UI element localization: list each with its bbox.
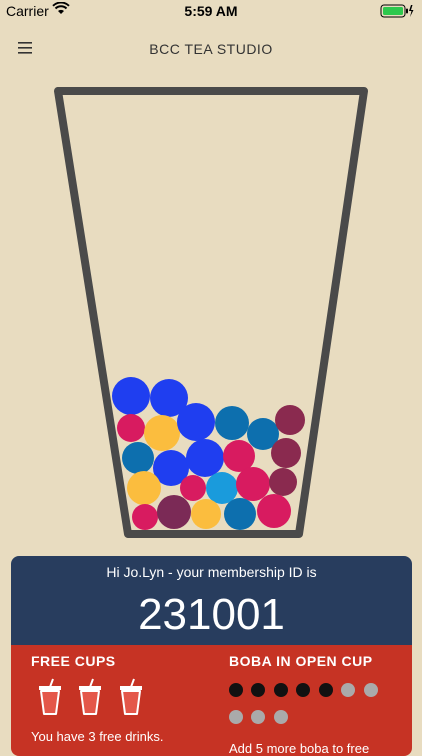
rewards-panel: FREE CUPS You have 3 free drinks. BOBA I…: [11, 645, 412, 756]
boba-dot-filled: [296, 683, 311, 697]
battery-charging-icon: [380, 4, 414, 21]
boba-dot-filled: [273, 683, 288, 697]
boba-progress-dots: [229, 683, 399, 737]
app-title: BCC TEA STUDIO: [149, 41, 273, 57]
boba-dot-empty: [273, 710, 288, 724]
boba-heading: BOBA IN OPEN CUP: [229, 653, 373, 669]
nav-bar: BCC TEA STUDIO: [0, 22, 422, 74]
status-time: 5:59 AM: [184, 3, 238, 19]
boba-dot-empty: [229, 710, 243, 724]
free-cups-heading: FREE CUPS: [31, 653, 116, 669]
boba-cup-illustration: [0, 78, 422, 548]
drink-cup-icon: [118, 678, 144, 716]
boba-dot-filled: [318, 683, 333, 697]
status-bar: Carrier 5:59 AM: [0, 0, 422, 22]
drink-cup-icon: [37, 678, 63, 716]
boba-dot-empty: [251, 710, 266, 724]
membership-header: Hi Jo.Lyn - your membership ID is 231001: [11, 556, 412, 645]
membership-id: 231001: [138, 590, 285, 639]
boba-dot-filled: [229, 683, 243, 697]
free-drinks-note: You have 3 free drinks.: [31, 729, 164, 744]
drink-cup-icon: [77, 678, 103, 716]
boba-dot-filled: [251, 683, 266, 697]
boba-dot-empty: [341, 683, 356, 697]
boba-pearls: [112, 377, 305, 530]
free-cups-row: [37, 678, 154, 721]
boba-progress-note: Add 5 more boba to free: [229, 741, 370, 756]
boba-dot-empty: [363, 683, 378, 697]
membership-greeting: Hi Jo.Lyn - your membership ID is: [106, 564, 317, 580]
membership-card: Hi Jo.Lyn - your membership ID is 231001…: [11, 556, 412, 756]
